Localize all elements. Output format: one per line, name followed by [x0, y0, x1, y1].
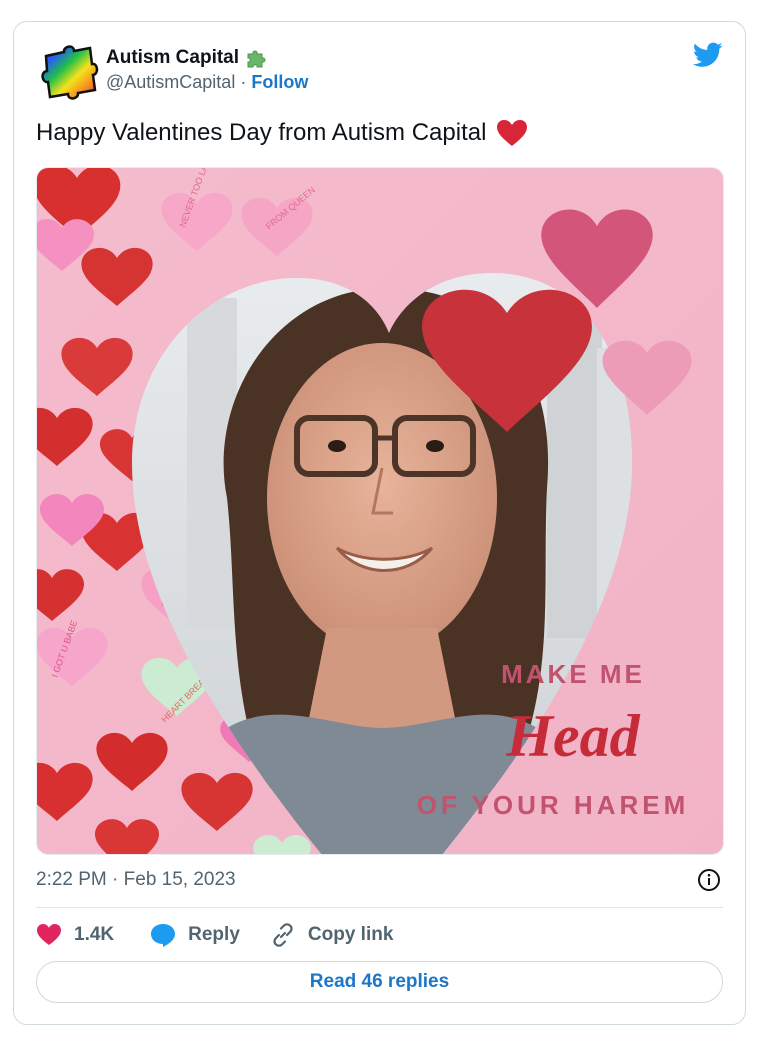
twitter-bird-icon[interactable]	[693, 42, 723, 68]
copy-link-label: Copy link	[307, 924, 394, 945]
action-bar: 1.4K Reply Copy link	[36, 920, 393, 950]
tweet-timestamp[interactable]: 2:22 PM · Feb 15, 2023	[36, 869, 236, 891]
tweet-card: Autism Capital @AutismCapital · Follow H…	[13, 21, 746, 1025]
read-replies-button[interactable]: Read 46 replies	[36, 961, 723, 1003]
tweet-text: Happy Valentines Day from Autism Capital	[36, 119, 487, 146]
follow-button[interactable]: Follow	[251, 72, 308, 93]
reply-button[interactable]: Reply	[150, 923, 240, 947]
tweet-image[interactable]: NEVER TOO LATE FROM QUEEN GOOD TIME I GO…	[36, 167, 724, 855]
like-count: 1.4K	[74, 924, 115, 945]
heart-icon	[37, 924, 61, 945]
overlay-line2: Head	[505, 703, 640, 769]
author-block: Autism Capital @AutismCapital · Follow	[106, 46, 308, 93]
rainbow-puzzle-avatar[interactable]	[38, 42, 100, 104]
overlay-line1: MAKE ME	[501, 659, 645, 689]
info-icon[interactable]	[697, 868, 721, 892]
red-heart-icon	[497, 120, 528, 146]
divider	[36, 907, 723, 908]
like-button[interactable]: 1.4K	[36, 923, 114, 947]
separator-dot: ·	[240, 72, 247, 92]
link-icon	[273, 923, 293, 947]
tweet-text-row: Happy Valentines Day from Autism Capital	[36, 119, 528, 147]
copy-link-button[interactable]: Copy link	[270, 922, 394, 948]
overlay-line3: OF YOUR HAREM	[417, 790, 690, 820]
author-handle[interactable]: @AutismCapital	[106, 72, 235, 93]
author-name[interactable]: Autism Capital	[106, 47, 239, 69]
reply-label: Reply	[188, 924, 240, 945]
puzzle-piece-icon	[247, 50, 266, 68]
speech-bubble-icon	[151, 924, 176, 947]
